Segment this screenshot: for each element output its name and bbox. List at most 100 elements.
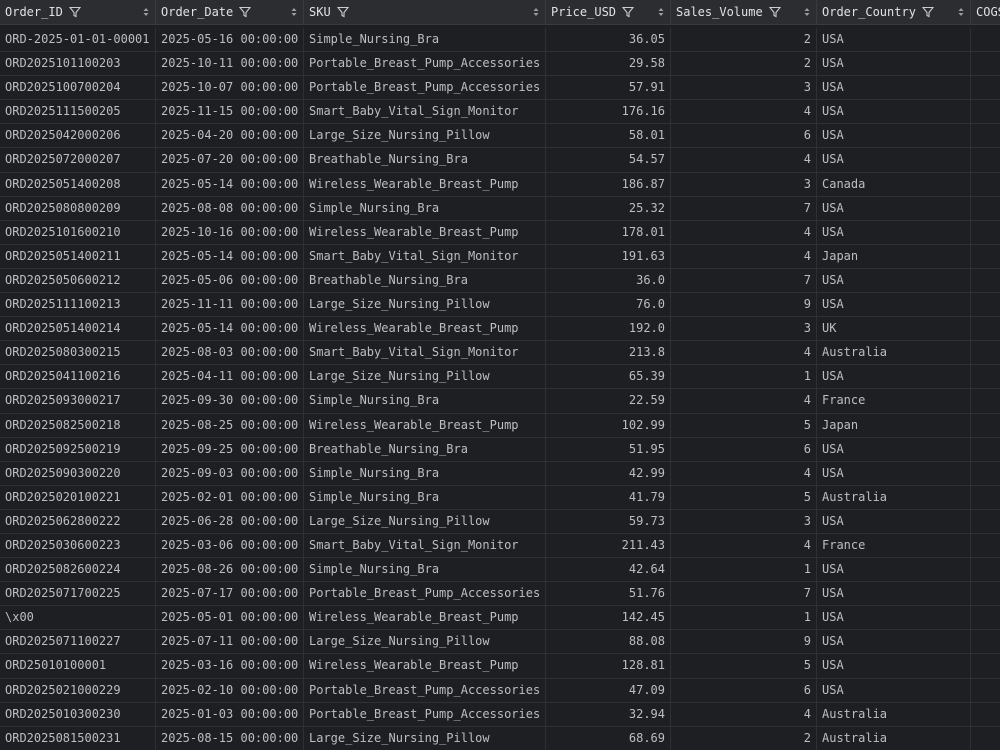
cell-order-country[interactable]: USA <box>817 28 971 52</box>
cell-order-id[interactable]: ORD2025071100227 <box>0 630 156 654</box>
cell-order-id[interactable]: ORD-2025-01-01-00001 <box>0 28 156 52</box>
cell-order-country[interactable]: USA <box>817 654 971 678</box>
cell-sales-volume[interactable]: 6 <box>671 678 817 702</box>
cell-order-id[interactable]: ORD25010100001 <box>0 654 156 678</box>
cell-order-country[interactable]: Canada <box>817 172 971 196</box>
cell-sku[interactable]: Smart_Baby_Vital_Sign_Monitor <box>304 533 546 558</box>
cell-order-id[interactable]: ORD2025100700204 <box>0 76 156 100</box>
cell-sku[interactable]: Portable_Breast_Pump_Accessories <box>304 76 546 100</box>
cell-sales-volume[interactable]: 4 <box>671 244 817 268</box>
cell-order-id[interactable]: ORD2025072000207 <box>0 148 156 172</box>
table-row[interactable]: ORD2025101100203 2025-10-11 00:00:00 Porta… <box>0 52 1000 77</box>
table-row[interactable]: ORD2025072000207 2025-07-20 00:00:00 Breat… <box>0 148 1000 173</box>
table-row[interactable]: ORD2025092500219 2025-09-25 00:00:00 Breat… <box>0 437 1000 462</box>
cell-cogs[interactable] <box>971 365 1000 388</box>
cell-sku[interactable]: Breathable_Nursing_Bra <box>304 437 546 461</box>
cell-order-id[interactable]: ORD2025010300230 <box>0 702 156 726</box>
cell-order-date[interactable]: 2025-07-17 00:00:00 <box>156 582 304 606</box>
cell-order-date[interactable]: 2025-08-03 00:00:00 <box>156 341 304 365</box>
cell-order-date[interactable]: 2025-07-20 00:00:00 <box>156 148 304 172</box>
sort-icon[interactable] <box>957 5 965 19</box>
table-row[interactable]: ORD2025082600224 2025-08-26 00:00:00 Simpl… <box>0 558 1000 583</box>
cell-order-date[interactable]: 2025-05-16 00:00:00 <box>156 28 304 52</box>
cell-sales-volume[interactable]: 4 <box>671 461 817 485</box>
cell-price-usd[interactable]: 68.69 <box>546 726 671 750</box>
cell-order-id[interactable]: ORD2025051400208 <box>0 172 156 196</box>
cell-sku[interactable]: Portable_Breast_Pump_Accessories <box>304 52 546 76</box>
cell-sku[interactable]: Large_Size_Nursing_Pillow <box>304 293 546 317</box>
table-row[interactable]: ORD2025041100216 2025-04-11 00:00:00 Large… <box>0 365 1000 390</box>
cell-order-country[interactable]: Australia <box>817 726 971 750</box>
table-row[interactable]: \x00 2025-05-01 00:00:00 Wireless_Wearable… <box>0 606 1000 631</box>
table-row[interactable]: ORD2025111100213 2025-11-11 00:00:00 Large… <box>0 293 1000 318</box>
cell-sku[interactable]: Large_Size_Nursing_Pillow <box>304 630 546 654</box>
cell-sales-volume[interactable]: 3 <box>671 172 817 196</box>
cell-price-usd[interactable]: 102.99 <box>546 413 671 437</box>
cell-sales-volume[interactable]: 1 <box>671 365 817 389</box>
cell-price-usd[interactable]: 51.95 <box>546 437 671 461</box>
cell-order-id[interactable]: ORD2025020100221 <box>0 485 156 509</box>
cell-order-country[interactable]: USA <box>817 100 971 124</box>
cell-order-date[interactable]: 2025-02-10 00:00:00 <box>156 678 304 702</box>
cell-cogs[interactable] <box>971 703 1000 726</box>
column-header-order-country[interactable]: Order_Country <box>817 0 971 24</box>
cell-price-usd[interactable]: 191.63 <box>546 244 671 268</box>
cell-sku[interactable]: Large_Size_Nursing_Pillow <box>304 509 546 533</box>
cell-price-usd[interactable]: 42.99 <box>546 461 671 485</box>
cell-price-usd[interactable]: 42.64 <box>546 558 671 582</box>
cell-sku[interactable]: Large_Size_Nursing_Pillow <box>304 365 546 389</box>
cell-order-date[interactable]: 2025-09-25 00:00:00 <box>156 437 304 461</box>
cell-sales-volume[interactable]: 2 <box>671 726 817 750</box>
cell-order-id[interactable]: ORD2025030600223 <box>0 533 156 558</box>
cell-order-country[interactable]: Japan <box>817 413 971 437</box>
cell-order-country[interactable]: USA <box>817 76 971 100</box>
cell-order-country[interactable]: USA <box>817 509 971 533</box>
cell-order-country[interactable]: USA <box>817 678 971 702</box>
cell-price-usd[interactable]: 36.0 <box>546 268 671 293</box>
cell-order-date[interactable]: 2025-11-11 00:00:00 <box>156 293 304 317</box>
cell-order-country[interactable]: Japan <box>817 244 971 268</box>
cell-order-date[interactable]: 2025-08-08 00:00:00 <box>156 196 304 220</box>
cell-price-usd[interactable]: 176.16 <box>546 100 671 124</box>
filter-icon[interactable] <box>768 6 781 18</box>
column-header-cogs[interactable]: COGS <box>971 0 1000 24</box>
cell-cogs[interactable] <box>971 630 1000 653</box>
cell-sku[interactable]: Simple_Nursing_Bra <box>304 461 546 485</box>
cell-sku[interactable]: Simple_Nursing_Bra <box>304 389 546 413</box>
sort-icon[interactable] <box>290 5 298 19</box>
column-header-sales-volume[interactable]: Sales_Volume <box>671 0 817 24</box>
cell-price-usd[interactable]: 88.08 <box>546 630 671 654</box>
cell-sales-volume[interactable]: 6 <box>671 124 817 148</box>
cell-order-id[interactable]: ORD2025101600210 <box>0 220 156 244</box>
table-row[interactable]: ORD2025101600210 2025-10-16 00:00:00 Wirel… <box>0 220 1000 245</box>
table-row[interactable]: ORD2025051400214 2025-05-14 00:00:00 Wirel… <box>0 317 1000 342</box>
cell-order-country[interactable]: USA <box>817 461 971 485</box>
cell-price-usd[interactable]: 36.05 <box>546 28 671 52</box>
cell-sales-volume[interactable]: 4 <box>671 220 817 244</box>
cell-order-date[interactable]: 2025-05-14 00:00:00 <box>156 317 304 341</box>
table-row[interactable]: ORD2025090300220 2025-09-03 00:00:00 Simpl… <box>0 461 1000 486</box>
cell-order-id[interactable]: ORD2025093000217 <box>0 389 156 413</box>
cell-cogs[interactable] <box>971 558 1000 581</box>
sort-icon[interactable] <box>142 5 150 19</box>
cell-order-id[interactable]: ORD2025081500231 <box>0 726 156 750</box>
cell-order-country[interactable]: USA <box>817 582 971 606</box>
column-header-order-date[interactable]: Order_Date <box>156 0 304 24</box>
cell-order-country[interactable]: France <box>817 533 971 558</box>
cell-sales-volume[interactable]: 5 <box>671 413 817 437</box>
cell-cogs[interactable] <box>971 148 1000 171</box>
cell-cogs[interactable] <box>971 679 1000 702</box>
cell-order-id[interactable]: ORD2025090300220 <box>0 461 156 485</box>
cell-sku[interactable]: Simple_Nursing_Bra <box>304 196 546 220</box>
table-row[interactable]: ORD2025111500205 2025-11-15 00:00:00 Smart… <box>0 100 1000 125</box>
cell-sales-volume[interactable]: 4 <box>671 148 817 172</box>
cell-cogs[interactable] <box>971 197 1000 220</box>
cell-order-date[interactable]: 2025-08-25 00:00:00 <box>156 413 304 437</box>
cell-order-country[interactable]: USA <box>817 268 971 293</box>
table-row[interactable]: ORD2025021000229 2025-02-10 00:00:00 Porta… <box>0 678 1000 703</box>
cell-order-country[interactable]: Australia <box>817 485 971 509</box>
cell-order-country[interactable]: France <box>817 389 971 413</box>
cell-order-date[interactable]: 2025-09-30 00:00:00 <box>156 389 304 413</box>
cell-sales-volume[interactable]: 3 <box>671 509 817 533</box>
cell-order-date[interactable]: 2025-01-03 00:00:00 <box>156 702 304 726</box>
